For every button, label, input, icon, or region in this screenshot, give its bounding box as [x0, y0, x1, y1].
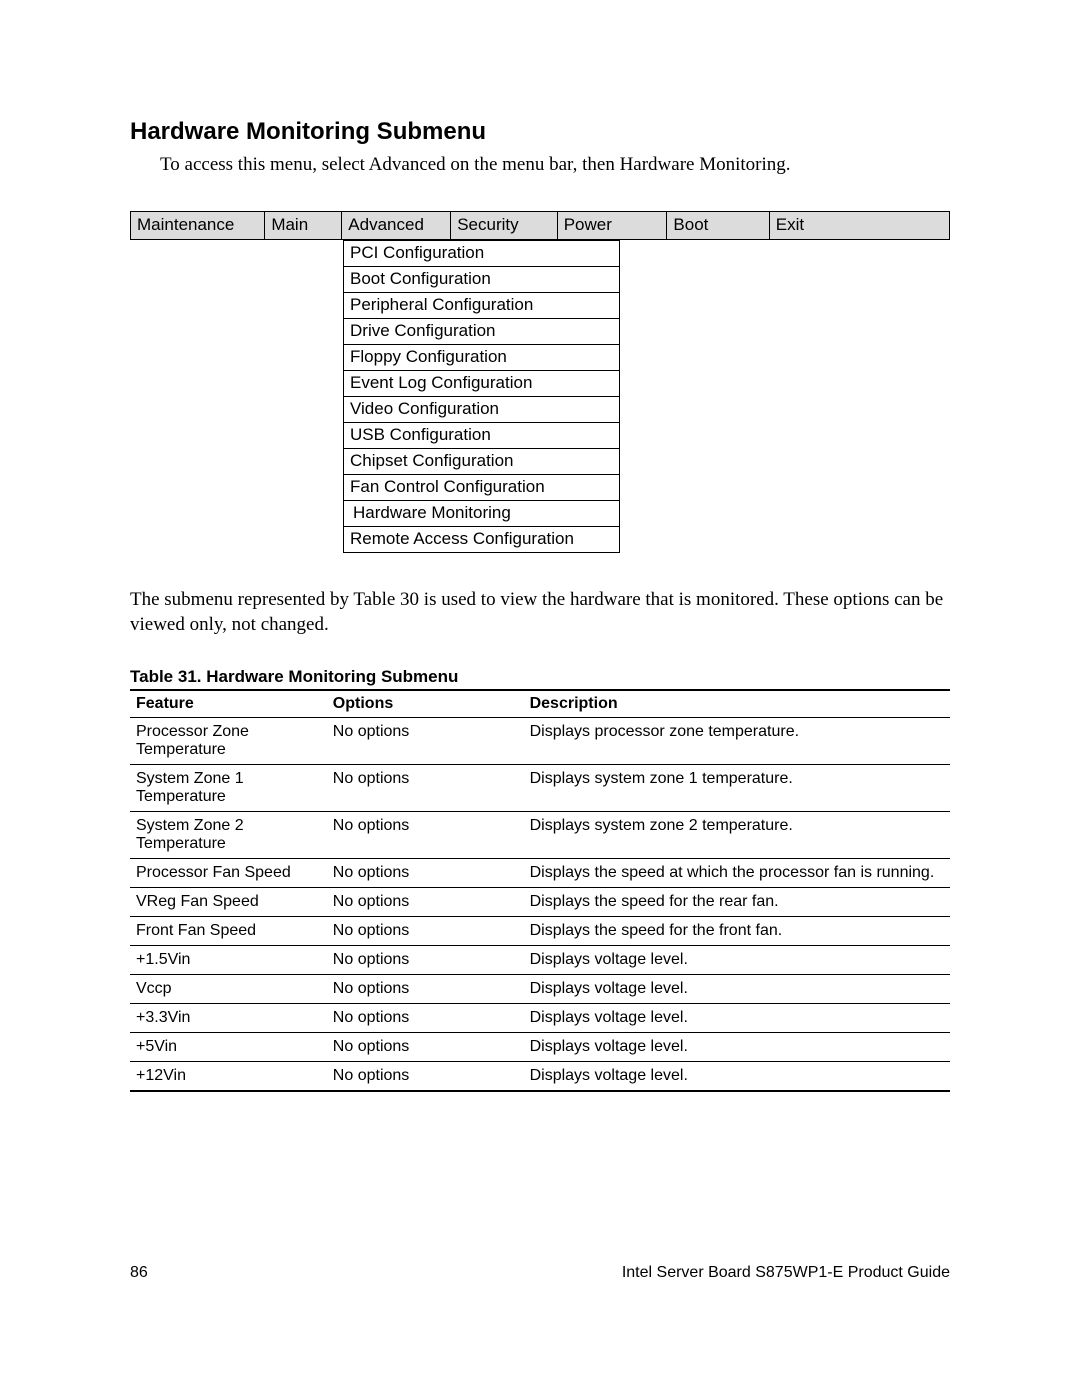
cell-feature: Vccp — [130, 975, 327, 1004]
submenu-item: USB Configuration — [344, 423, 620, 449]
cell-options: No options — [327, 1004, 524, 1033]
table-caption: Table 31. Hardware Monitoring Submenu — [130, 667, 950, 687]
table-row: +3.3VinNo optionsDisplays voltage level. — [130, 1004, 950, 1033]
menubar-item: Boot — [667, 212, 769, 240]
cell-options: No options — [327, 917, 524, 946]
table-row: +12VinNo optionsDisplays voltage level. — [130, 1062, 950, 1092]
cell-feature: System Zone 1 Temperature — [130, 765, 327, 812]
cell-feature: Processor Fan Speed — [130, 859, 327, 888]
mid-text: The submenu represented by Table 30 is u… — [130, 587, 950, 637]
submenu-item: Peripheral Configuration — [344, 293, 620, 319]
submenu-item: Video Configuration — [344, 397, 620, 423]
advanced-submenu: PCI Configuration Boot Configuration Per… — [343, 240, 620, 553]
section-heading: Hardware Monitoring Submenu — [130, 118, 950, 146]
table-row: Processor Fan SpeedNo optionsDisplays th… — [130, 859, 950, 888]
hardware-monitoring-table: Feature Options Description Processor Zo… — [130, 689, 950, 1092]
page-footer: 86 Intel Server Board S875WP1-E Product … — [130, 1264, 950, 1282]
cell-options: No options — [327, 859, 524, 888]
submenu-item: PCI Configuration — [344, 241, 620, 267]
submenu-item: Remote Access Configuration — [344, 527, 620, 553]
table-row: System Zone 2 TemperatureNo optionsDispl… — [130, 812, 950, 859]
cell-options: No options — [327, 975, 524, 1004]
cell-feature: VReg Fan Speed — [130, 888, 327, 917]
cell-options: No options — [327, 946, 524, 975]
menubar-item: Maintenance — [131, 212, 265, 240]
th-description: Description — [524, 690, 950, 718]
table-row: Processor Zone TemperatureNo optionsDisp… — [130, 718, 950, 765]
cell-options: No options — [327, 1033, 524, 1062]
guide-title: Intel Server Board S875WP1-E Product Gui… — [622, 1264, 950, 1282]
th-options: Options — [327, 690, 524, 718]
bios-menu-wrap: Maintenance Main Advanced Security Power… — [130, 211, 950, 553]
cell-feature: +12Vin — [130, 1062, 327, 1092]
cell-options: No options — [327, 812, 524, 859]
cell-feature: +5Vin — [130, 1033, 327, 1062]
menubar-item: Main — [265, 212, 342, 240]
th-feature: Feature — [130, 690, 327, 718]
cell-description: Displays the speed at which the processo… — [524, 859, 950, 888]
table-row: +1.5VinNo optionsDisplays voltage level. — [130, 946, 950, 975]
submenu-item: Floppy Configuration — [344, 345, 620, 371]
submenu-item: Fan Control Configuration — [344, 475, 620, 501]
menubar-item: Advanced — [342, 212, 451, 240]
menubar-item: Exit — [769, 212, 949, 240]
cell-options: No options — [327, 888, 524, 917]
submenu-item-current: Hardware Monitoring — [344, 501, 620, 527]
cell-description: Displays system zone 1 temperature. — [524, 765, 950, 812]
cell-description: Displays system zone 2 temperature. — [524, 812, 950, 859]
table-row: VReg Fan SpeedNo optionsDisplays the spe… — [130, 888, 950, 917]
cell-options: No options — [327, 765, 524, 812]
cell-options: No options — [327, 1062, 524, 1092]
cell-feature: Front Fan Speed — [130, 917, 327, 946]
cell-description: Displays the speed for the rear fan. — [524, 888, 950, 917]
submenu-item: Boot Configuration — [344, 267, 620, 293]
submenu-item: Drive Configuration — [344, 319, 620, 345]
table-row: +5VinNo optionsDisplays voltage level. — [130, 1033, 950, 1062]
cell-description: Displays voltage level. — [524, 1033, 950, 1062]
cell-feature: System Zone 2 Temperature — [130, 812, 327, 859]
bios-menubar: Maintenance Main Advanced Security Power… — [130, 211, 950, 240]
cell-description: Displays voltage level. — [524, 1004, 950, 1033]
table-row: Front Fan SpeedNo optionsDisplays the sp… — [130, 917, 950, 946]
table-row: System Zone 1 TemperatureNo optionsDispl… — [130, 765, 950, 812]
cell-description: Displays voltage level. — [524, 1062, 950, 1092]
cell-description: Displays the speed for the front fan. — [524, 917, 950, 946]
cell-feature: Processor Zone Temperature — [130, 718, 327, 765]
cell-description: Displays voltage level. — [524, 946, 950, 975]
submenu-item: Event Log Configuration — [344, 371, 620, 397]
cell-description: Displays processor zone temperature. — [524, 718, 950, 765]
table-row: VccpNo optionsDisplays voltage level. — [130, 975, 950, 1004]
cell-feature: +3.3Vin — [130, 1004, 327, 1033]
menubar-item: Security — [451, 212, 557, 240]
cell-feature: +1.5Vin — [130, 946, 327, 975]
cell-options: No options — [327, 718, 524, 765]
menubar-item: Power — [557, 212, 667, 240]
cell-description: Displays voltage level. — [524, 975, 950, 1004]
intro-text: To access this menu, select Advanced on … — [160, 152, 950, 177]
page-number: 86 — [130, 1264, 148, 1282]
submenu-item: Chipset Configuration — [344, 449, 620, 475]
